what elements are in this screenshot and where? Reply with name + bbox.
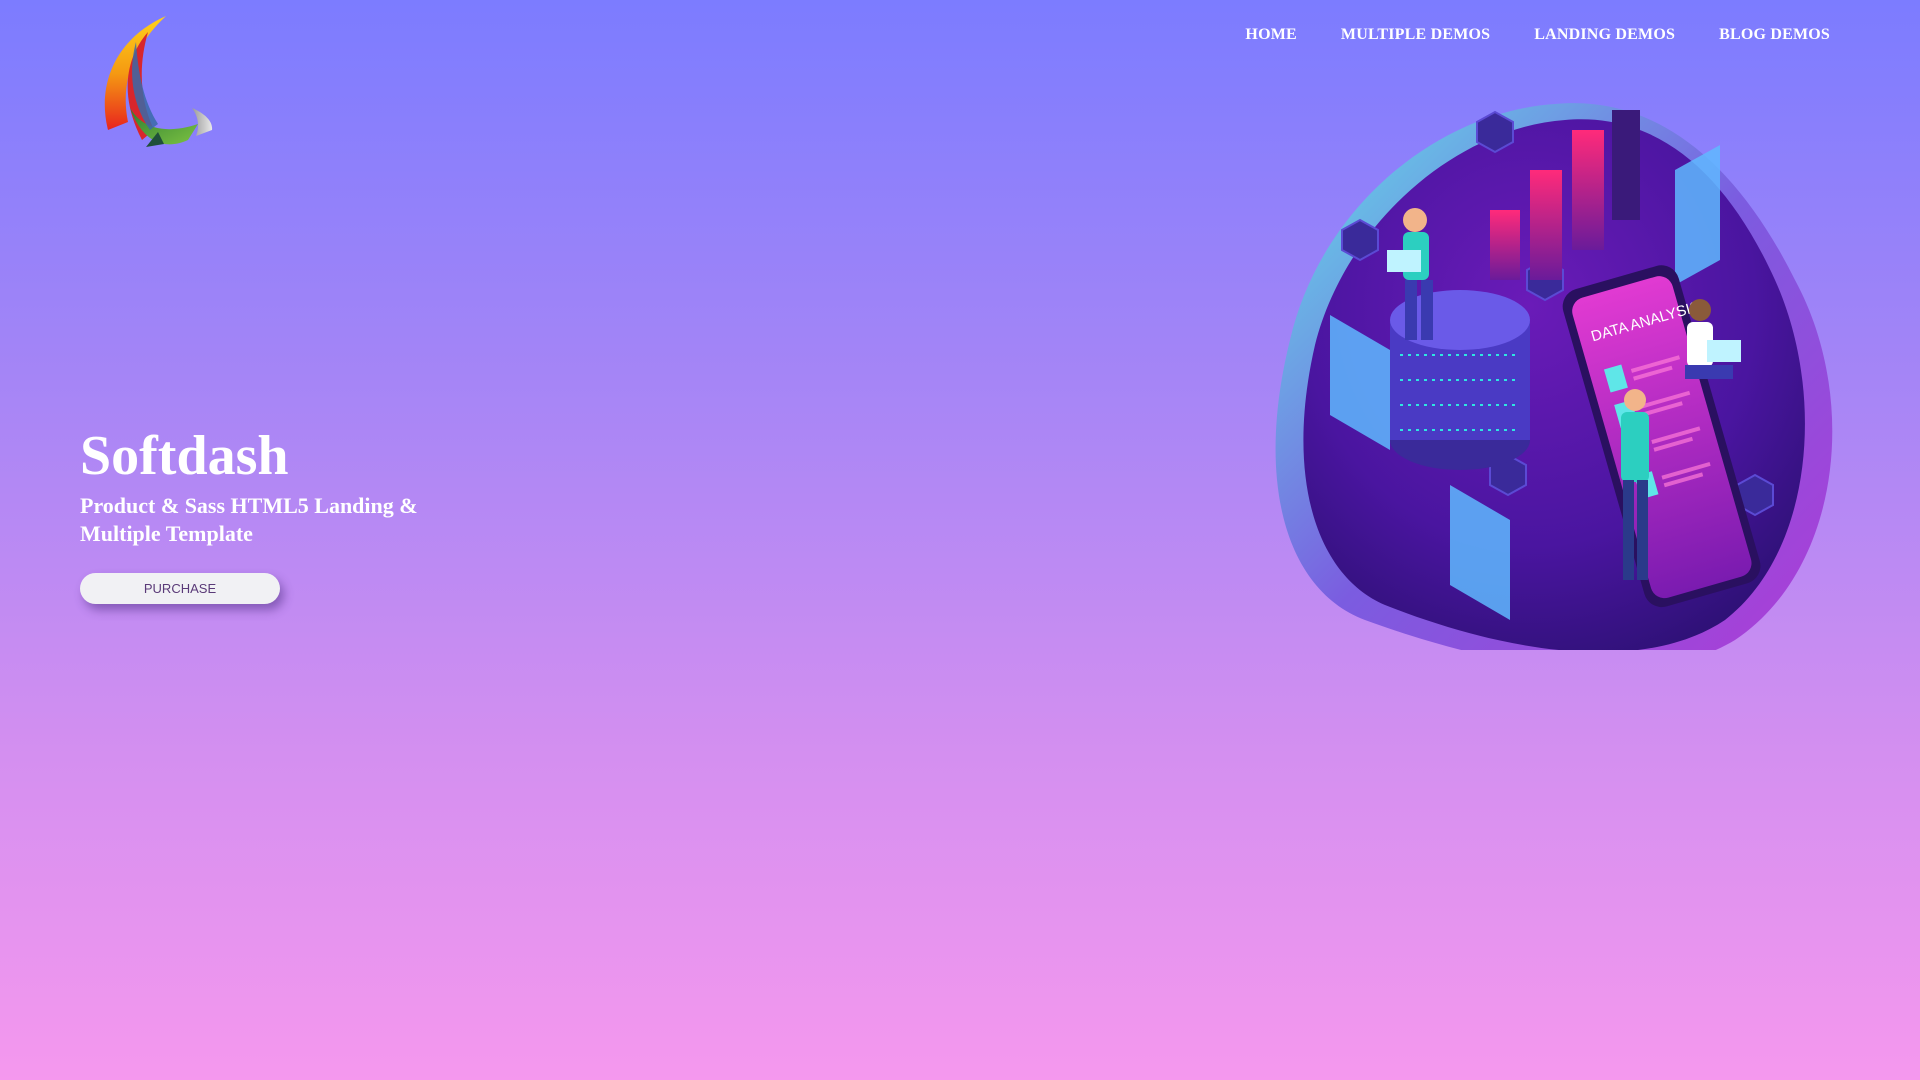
nav-multiple-demos[interactable]: MULTIPLE DEMOS <box>1341 26 1490 44</box>
hero-subtitle: Product & Sass HTML5 Landing & Multiple … <box>80 493 418 546</box>
isometric-data-analysis-illustration: DATA ANALYSIS <box>1275 103 1833 671</box>
logo[interactable] <box>88 12 218 157</box>
main-nav: HOME MULTIPLE DEMOS LANDING DEMOS BLOG D… <box>1245 26 1830 44</box>
nav-home[interactable]: HOME <box>1245 26 1296 44</box>
swoosh-logo-icon <box>104 16 213 147</box>
purchase-button[interactable]: PURCHASE <box>80 573 280 604</box>
nav-landing-demos[interactable]: LANDING DEMOS <box>1534 26 1675 44</box>
hero: Softdash Product & Sass HTML5 Landing & … <box>80 422 500 548</box>
hero-illustration: DATA ANALYSIS <box>1275 100 1865 671</box>
hero-title: Softdash <box>80 425 289 487</box>
nav-blog-demos[interactable]: BLOG DEMOS <box>1719 26 1830 44</box>
